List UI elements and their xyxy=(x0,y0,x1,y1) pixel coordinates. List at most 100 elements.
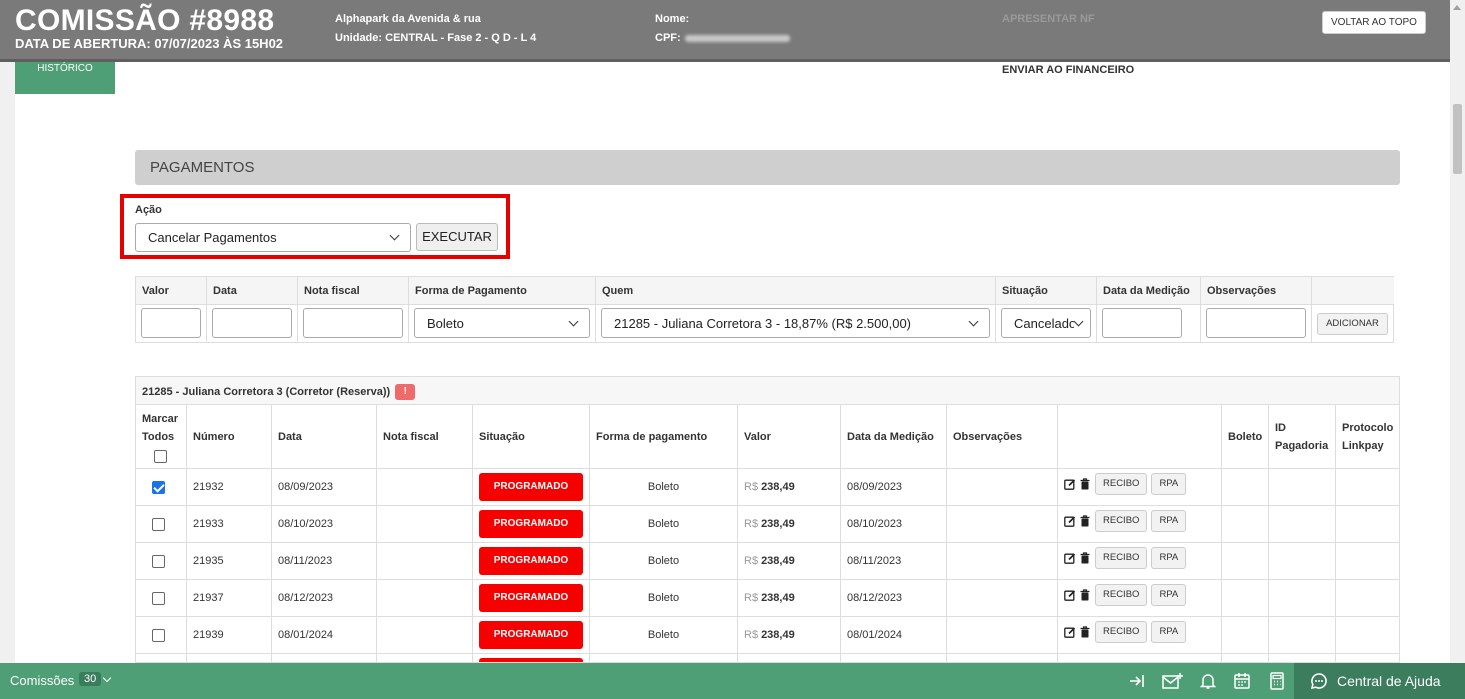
comissoes-count: 30 xyxy=(79,672,102,686)
recibo-button[interactable]: RECIBO xyxy=(1095,584,1148,606)
edit-icon[interactable] xyxy=(1064,589,1076,604)
row-checkbox[interactable] xyxy=(151,591,165,605)
form-header-situacao: Situação xyxy=(996,277,1097,304)
cell-nota xyxy=(377,506,473,543)
calendar-icon[interactable] xyxy=(1233,672,1251,690)
edit-icon[interactable] xyxy=(1064,478,1076,493)
historico-button[interactable]: HISTÓRICO xyxy=(15,62,115,94)
header-nota[interactable]: Nota fiscal xyxy=(377,405,473,469)
form-header-obs: Observações xyxy=(1201,277,1312,304)
rpa-button[interactable]: RPA xyxy=(1151,547,1187,569)
comissoes-label[interactable]: Comissões xyxy=(10,673,74,688)
header-numero[interactable]: Número xyxy=(187,405,272,469)
chevron-down-icon xyxy=(1073,316,1084,326)
cell-nota xyxy=(377,654,473,662)
measurement-date: 08/01/2024 xyxy=(847,629,903,641)
recibo-button[interactable]: RECIBO xyxy=(1095,621,1148,643)
row-checkbox[interactable] xyxy=(151,517,165,531)
row-checkbox[interactable] xyxy=(151,480,165,494)
edit-icon[interactable] xyxy=(1064,552,1076,567)
adicionar-button[interactable]: ADICIONAR xyxy=(1317,313,1388,335)
logout-arrow-icon[interactable] xyxy=(1128,672,1146,690)
cell-data: 08/09/2023 xyxy=(272,469,377,506)
recibo-button[interactable]: RECIBO xyxy=(1095,473,1148,495)
header-valor[interactable]: Valor xyxy=(738,405,841,469)
cell-protocolo xyxy=(1336,617,1399,654)
recibo-button[interactable]: RECIBO xyxy=(1095,510,1148,532)
trash-icon[interactable] xyxy=(1079,478,1091,493)
cpf-label: CPF: xyxy=(655,32,681,44)
trash-icon[interactable] xyxy=(1079,552,1091,567)
header-boleto[interactable]: Boleto xyxy=(1222,405,1269,469)
rpa-button[interactable]: RPA xyxy=(1151,621,1187,643)
forma-pagamento-select[interactable]: Boleto xyxy=(414,308,590,338)
trash-icon[interactable] xyxy=(1079,626,1091,641)
bell-icon[interactable] xyxy=(1199,672,1217,690)
mail-add-icon[interactable] xyxy=(1162,672,1184,690)
rpa-button[interactable]: RPA xyxy=(1151,510,1187,532)
cell-data: 08/10/2023 xyxy=(272,506,377,543)
row-checkbox[interactable] xyxy=(151,554,165,568)
cell-data xyxy=(272,654,377,662)
status-button[interactable]: PROGRAMADO xyxy=(479,547,583,575)
status-button[interactable]: PROGRAMADO xyxy=(479,621,583,649)
edit-icon[interactable] xyxy=(1064,626,1076,641)
cell-protocolo xyxy=(1336,543,1399,580)
calculator-icon[interactable] xyxy=(1268,672,1286,690)
data-medicao-input[interactable] xyxy=(1102,308,1182,338)
payment-value: 238,49 xyxy=(761,592,795,604)
nome-label: Nome: xyxy=(655,13,690,25)
cell-acoes: RECIBO RPA xyxy=(1058,469,1222,506)
trash-icon[interactable] xyxy=(1079,589,1091,604)
cell-numero: 21937 xyxy=(187,580,272,617)
header-id-pagadoria[interactable]: ID Pagadoria xyxy=(1269,405,1336,469)
cell-boleto xyxy=(1222,617,1269,654)
status-button[interactable]: PROGRAMADO xyxy=(479,473,583,501)
row-checkbox[interactable] xyxy=(151,628,165,642)
payment-number: 21939 xyxy=(193,629,224,641)
data-input[interactable] xyxy=(212,308,292,338)
cell-forma: Boleto xyxy=(590,543,738,580)
executar-button[interactable]: EXECUTAR xyxy=(416,223,498,251)
cell-numero: 21939 xyxy=(187,617,272,654)
situacao-select[interactable]: Cancelado xyxy=(1001,308,1091,338)
rpa-button[interactable]: RPA xyxy=(1151,473,1187,495)
cell-obs xyxy=(947,469,1058,506)
header-protocolo[interactable]: Protocolo Linkpay xyxy=(1336,405,1399,469)
vertical-scrollbar[interactable] xyxy=(1450,0,1465,663)
quem-select[interactable]: 21285 - Juliana Corretora 3 - 18,87% (R$… xyxy=(601,308,990,338)
chevron-down-icon[interactable] xyxy=(102,673,112,683)
select-all-checkbox[interactable] xyxy=(154,450,167,463)
edit-icon[interactable] xyxy=(1064,515,1076,530)
scrollbar-thumb[interactable] xyxy=(1453,104,1462,174)
form-header-nota: Nota fiscal xyxy=(298,277,409,304)
rpa-button[interactable]: RPA xyxy=(1151,584,1187,606)
header-forma[interactable]: Forma de pagamento xyxy=(590,405,738,469)
status-button[interactable]: PROGRAMADO xyxy=(479,584,583,612)
warning-badge[interactable]: ! xyxy=(395,384,416,400)
valor-input[interactable] xyxy=(141,308,201,338)
scroll-up-icon[interactable] xyxy=(1453,5,1461,10)
header-medicao[interactable]: Data da Medição xyxy=(841,405,947,469)
observacoes-input[interactable] xyxy=(1206,308,1306,338)
apresentar-nf-link[interactable]: APRESENTAR NF xyxy=(1002,13,1095,25)
header-situacao[interactable]: Situação xyxy=(473,405,590,469)
unidade-info: Unidade: CENTRAL - Fase 2 - Q D - L 4 xyxy=(335,32,536,44)
acao-select[interactable]: Cancelar Pagamentos xyxy=(135,223,411,252)
status-button[interactable]: PROGRAMADO xyxy=(479,510,583,538)
nota-fiscal-input[interactable] xyxy=(303,308,403,338)
cell-check xyxy=(136,617,187,654)
header-data[interactable]: Data xyxy=(272,405,377,469)
cell-protocolo xyxy=(1336,506,1399,543)
enviar-financeiro-link[interactable]: ENVIAR AO FINANCEIRO xyxy=(1002,64,1134,76)
payment-value: 238,49 xyxy=(761,629,795,641)
payment-date: 08/11/2023 xyxy=(278,555,333,567)
cell-nota xyxy=(377,617,473,654)
trash-icon[interactable] xyxy=(1079,515,1091,530)
back-to-top-button[interactable]: VOLTAR AO TOPO xyxy=(1322,11,1426,34)
recibo-button[interactable]: RECIBO xyxy=(1095,547,1148,569)
header-observacoes[interactable]: Observações xyxy=(947,405,1058,469)
currency-symbol: R$ xyxy=(744,555,759,567)
help-center-button[interactable]: Central de Ajuda xyxy=(1294,663,1465,699)
cell-data: 08/11/2023 xyxy=(272,543,377,580)
